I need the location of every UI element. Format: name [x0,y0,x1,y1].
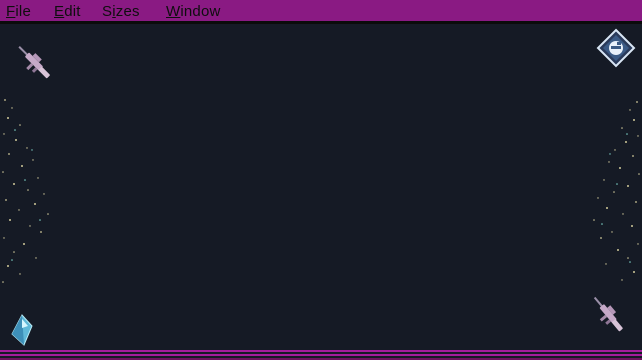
menu-edit-rest: dit [64,3,81,20]
menu-sizes-pre: S [102,3,113,20]
bottom-border-line [0,350,642,352]
bottom-border-line [0,354,642,356]
bottom-border [0,350,642,360]
menu-bar: File Edit Sizes Window [0,0,642,24]
sparkle-field-right [582,90,642,290]
crystal-gem-icon[interactable] [10,314,34,346]
menu-edit[interactable]: Edit [54,3,81,20]
rifle-icon[interactable] [586,290,630,340]
rifle-icon[interactable] [12,38,56,88]
menu-edit-accel: E [54,3,65,20]
sparkle-field-left [0,90,60,290]
menu-window-rest: indow [180,3,221,20]
menu-sizes-rest: zes [115,3,140,20]
menu-file[interactable]: File [6,3,31,20]
sparkle-field-left-graphic [2,99,49,283]
menu-file-accel: F [6,3,16,20]
diamond-e-badge-icon[interactable] [596,28,636,68]
menu-window[interactable]: Window [166,3,221,20]
menu-sizes[interactable]: Sizes [102,3,140,20]
menu-file-rest: ile [15,3,31,20]
rifle-icon-graphic [593,296,623,332]
menu-window-accel: W [166,3,181,20]
diamond-e-badge-icon-graphic [596,28,636,68]
main-canvas[interactable] [0,24,642,350]
crystal-gem-icon-graphic [11,314,33,346]
rifle-icon-graphic [18,46,50,79]
sparkle-field-right-graphic [593,101,640,281]
